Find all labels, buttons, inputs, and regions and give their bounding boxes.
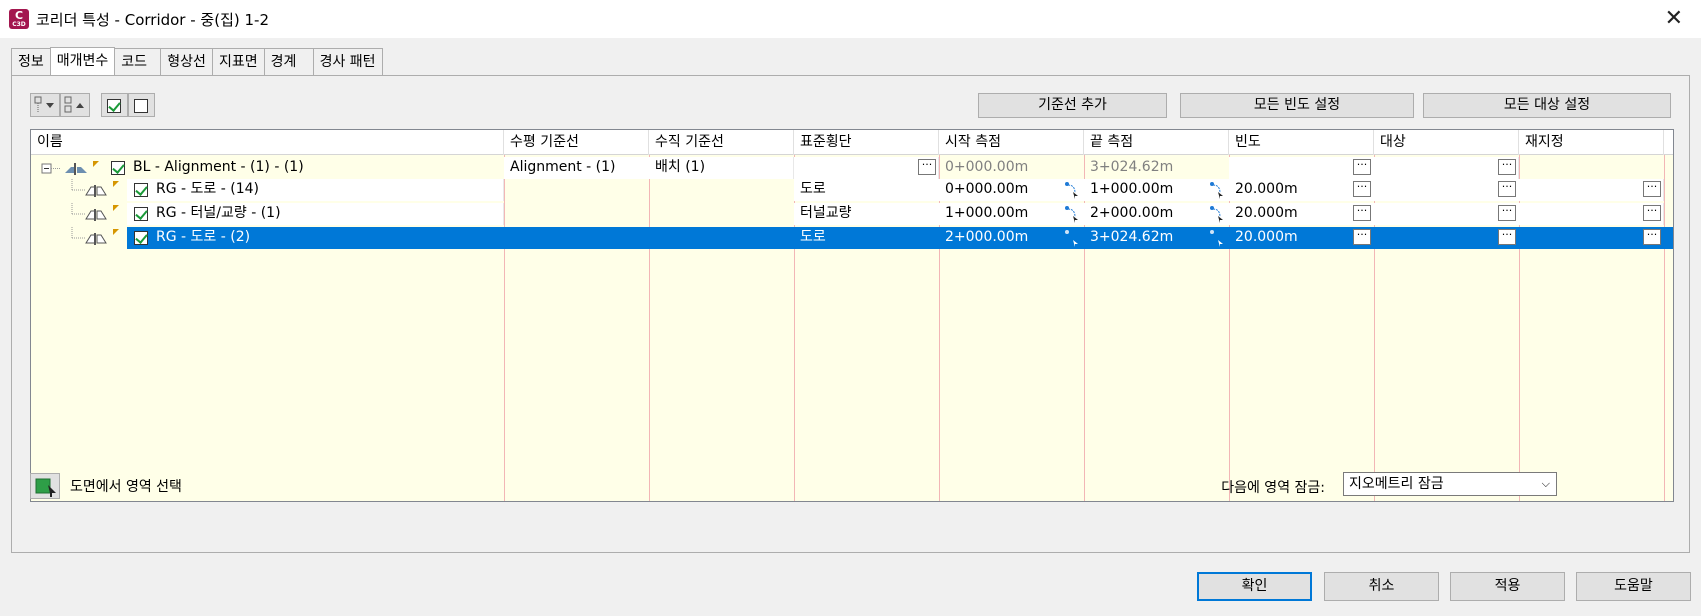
target-browse-button[interactable]: ··· [1498,229,1516,245]
region-icon [71,227,119,245]
row-assembly[interactable]: 터널교량 [794,203,914,225]
table-row-baseline[interactable]: BL - Alignment - (1) - (1) Alignment - (… [31,157,1673,179]
uncheck-all-button[interactable] [128,93,155,117]
column-header-vertical-baseline[interactable]: 수직 기준선 [649,130,794,155]
checkbox-checked-icon [107,99,121,113]
frequency-browse-button[interactable]: ··· [1353,205,1371,221]
row-frequency[interactable]: 20.000m [1229,227,1349,249]
lock-region-label: 다음에 영역 잠금: [1221,480,1325,496]
assembly-browse-button[interactable]: ··· [918,159,936,175]
row-start-station[interactable]: 1+000.00m [939,203,1059,225]
expand-all-button[interactable] [30,93,60,117]
cell-background [1229,157,1519,179]
column-header-assembly[interactable]: 표준횡단 [794,130,939,155]
row-enabled-checkbox[interactable] [111,161,125,175]
tab-parameters[interactable]: 매개변수 [49,47,116,75]
row-enabled-checkbox[interactable] [134,231,148,245]
row-start-station[interactable]: 0+000.00m [939,179,1059,201]
row-frequency[interactable]: 20.000m [1229,203,1349,225]
frequency-browse-button[interactable]: ··· [1353,229,1371,245]
region-icon [71,179,119,197]
baseline-grid: 이름 수평 기준선 수직 기준선 표준횡단 시작 측점 끝 측점 빈도 대상 재… [30,129,1674,502]
check-all-button[interactable] [101,93,128,117]
tree-expand-icon [34,96,54,112]
pick-station-icon[interactable] [1063,229,1079,247]
row-assembly[interactable]: 도로 [794,179,914,201]
column-header-end-station[interactable]: 끝 측점 [1084,130,1229,155]
region-icon [71,203,119,221]
frequency-browse-button[interactable]: ··· [1353,159,1371,175]
tree-collapse-icon [64,96,84,113]
target-browse-button[interactable]: ··· [1498,205,1516,221]
row-end-station[interactable]: 3+024.62m [1084,227,1204,249]
pick-station-icon[interactable] [1208,205,1224,223]
table-row-region[interactable]: RG - 터널/교량 - (1) 터널교량 1+000.00m 2+000.00… [31,203,1673,225]
row-end-station[interactable]: 1+000.00m [1084,179,1204,201]
pick-station-icon[interactable] [1208,181,1224,199]
column-header-target[interactable]: 대상 [1374,130,1519,155]
apply-button[interactable]: 적용 [1450,572,1565,601]
chevron-down-icon: ⌵ [1541,477,1550,490]
target-browse-button[interactable]: ··· [1498,181,1516,197]
column-header-name[interactable]: 이름 [31,130,504,155]
checkbox-empty-icon [134,99,148,113]
pick-station-icon[interactable] [1063,181,1079,199]
parameters-panel: 기준선 추가 모든 빈도 설정 모든 대상 설정 이름 수평 기준선 수직 기준… [11,75,1690,553]
row-name: RG - 도로 - (2) [156,229,251,245]
cancel-button[interactable]: 취소 [1324,572,1439,601]
civil3d-app-icon: C C3D [9,9,29,29]
set-all-frequency-button[interactable]: 모든 빈도 설정 [1180,93,1414,118]
set-all-targets-button[interactable]: 모든 대상 설정 [1423,93,1671,118]
tab-feature-lines[interactable]: 형상선 [160,48,213,75]
row-enabled-checkbox[interactable] [134,183,148,197]
row-assembly[interactable]: 도로 [794,227,914,249]
tree-collapse-toggle-icon[interactable] [41,161,101,177]
row-end-station[interactable]: 2+000.00m [1084,203,1204,225]
overrides-browse-button[interactable]: ··· [1643,229,1661,245]
ok-button[interactable]: 확인 [1197,572,1312,601]
row-start-station: 0+000.00m [945,159,1029,175]
column-header-overrides[interactable]: 재지정 [1519,130,1664,155]
window-title: 코리더 특성 - Corridor - 중(집) 1-2 [36,11,269,29]
select-region-icon [35,478,56,497]
overrides-browse-button[interactable]: ··· [1643,181,1661,197]
select-region-label: 도면에서 영역 선택 [70,479,182,495]
row-start-station[interactable]: 2+000.00m [939,227,1059,249]
title-bar: C C3D 코리더 특성 - Corridor - 중(집) 1-2 ✕ [0,0,1701,38]
lock-region-value: 지오메트리 잠금 [1349,476,1444,492]
tab-slope-patterns[interactable]: 경사 패턴 [312,48,383,75]
row-name: BL - Alignment - (1) - (1) [133,159,304,175]
row-horizontal-baseline[interactable]: Alignment - (1) [504,157,649,179]
column-header-frequency[interactable]: 빈도 [1229,130,1374,155]
row-enabled-checkbox[interactable] [134,207,148,221]
column-header-horizontal-baseline[interactable]: 수평 기준선 [504,130,649,155]
pick-station-icon[interactable] [1208,229,1224,247]
row-name: RG - 터널/교량 - (1) [156,205,281,221]
grid-header: 이름 수평 기준선 수직 기준선 표준횡단 시작 측점 끝 측점 빈도 대상 재… [31,130,1673,155]
tab-strip: 정보 매개변수 코드 형상선 지표면 경계 경사 패턴 [11,47,383,75]
row-end-station: 3+024.62m [1090,159,1174,175]
lock-region-select[interactable]: 지오메트리 잠금 ⌵ [1343,472,1557,496]
row-name: RG - 도로 - (14) [156,181,259,197]
tab-information[interactable]: 정보 [11,48,51,75]
pick-station-icon[interactable] [1063,205,1079,223]
tab-boundaries[interactable]: 경계 [263,48,314,75]
select-region-in-drawing-button[interactable] [30,473,60,499]
tab-codes[interactable]: 코드 [114,48,162,75]
column-header-start-station[interactable]: 시작 측점 [939,130,1084,155]
close-icon[interactable]: ✕ [1665,6,1683,31]
row-frequency[interactable]: 20.000m [1229,179,1349,201]
row-vertical-baseline[interactable]: 배치 (1) [649,157,794,179]
target-browse-button[interactable]: ··· [1498,159,1516,175]
tab-surfaces[interactable]: 지표면 [211,48,265,75]
collapse-all-button[interactable] [60,93,90,117]
frequency-browse-button[interactable]: ··· [1353,181,1371,197]
add-baseline-button[interactable]: 기준선 추가 [978,93,1167,118]
overrides-browse-button[interactable]: ··· [1643,205,1661,221]
table-row-region[interactable]: RG - 도로 - (14) 도로 0+000.00m 1+000.00m 20… [31,179,1673,201]
table-row-region-selected[interactable]: RG - 도로 - (2) 도로 2+000.00m 3+024.62m 20.… [31,227,1673,249]
help-button[interactable]: 도움말 [1576,572,1691,601]
